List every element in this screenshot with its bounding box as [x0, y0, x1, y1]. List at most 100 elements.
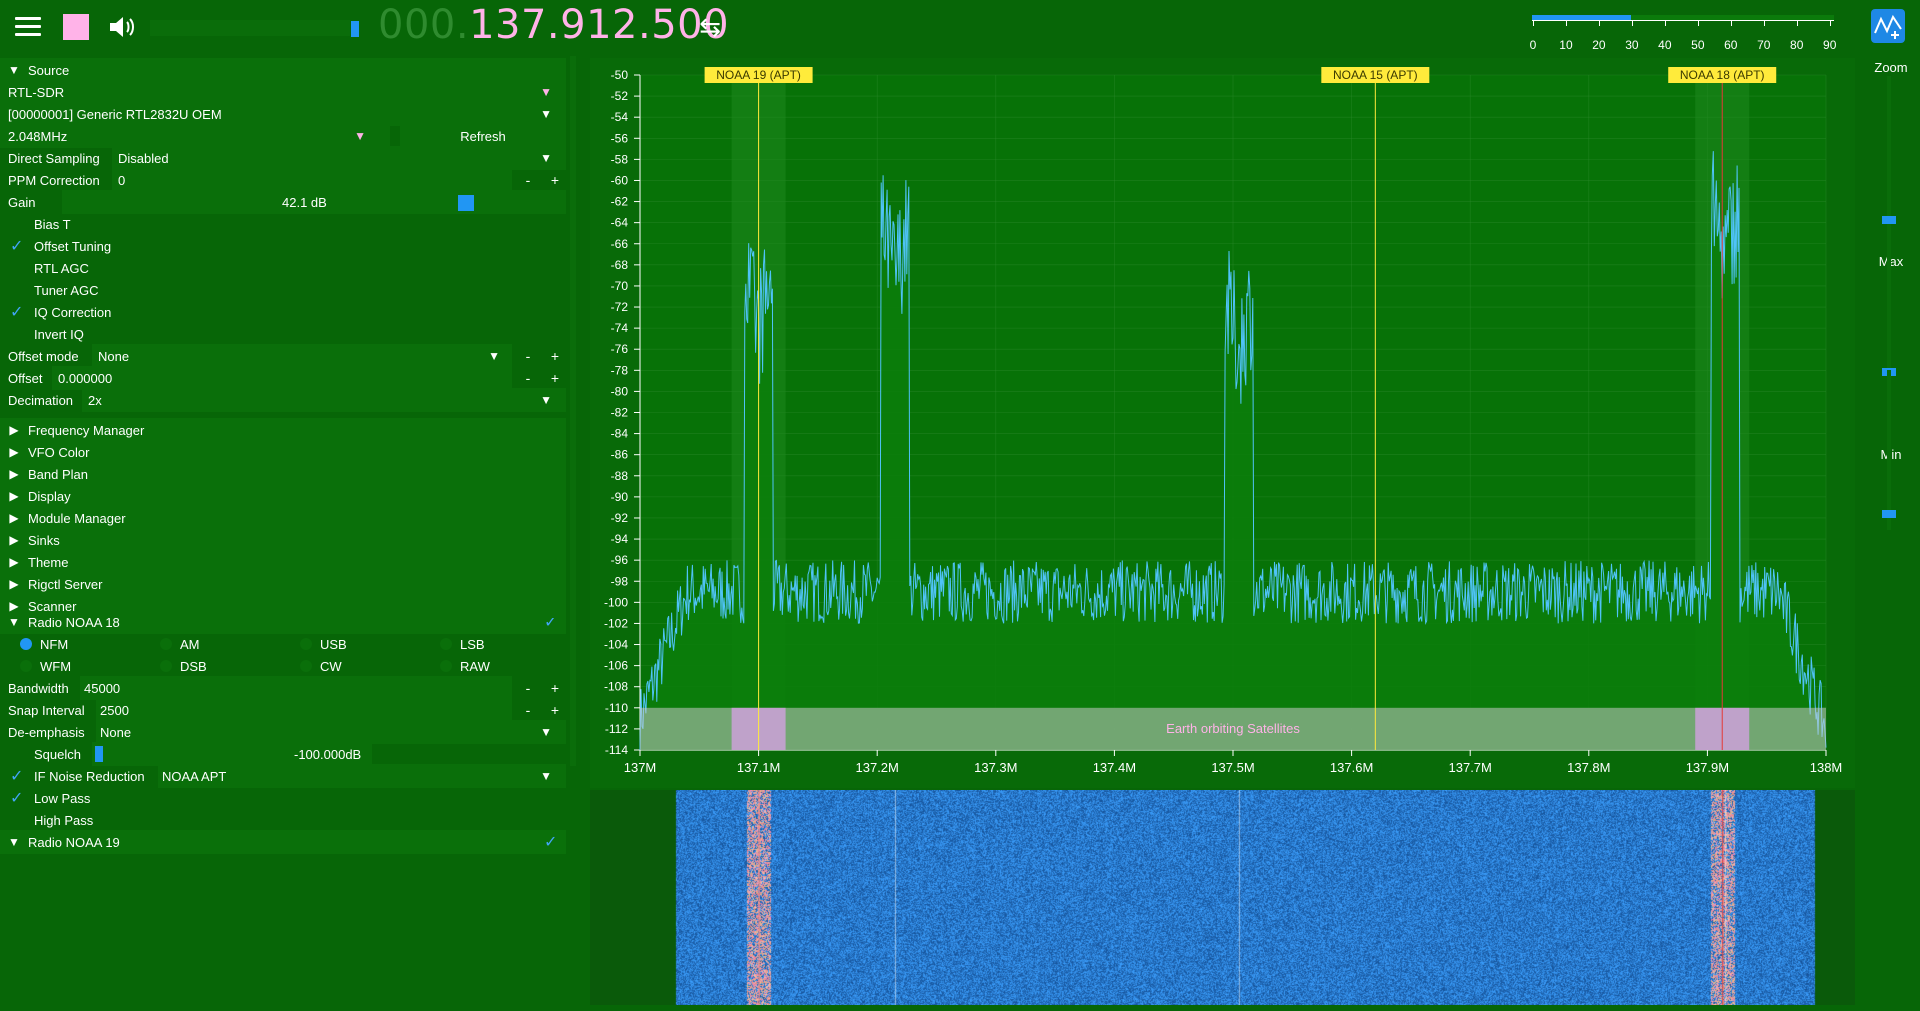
y-tick-label: -70	[611, 279, 629, 293]
demod-am-label[interactable]: AM	[180, 637, 200, 652]
max-label: Max	[1878, 254, 1904, 269]
ppm-input[interactable]: 0	[112, 168, 512, 192]
side-menu-scrollbar[interactable]	[570, 56, 576, 766]
demod-dsb-label[interactable]: DSB	[180, 659, 207, 674]
x-tick-label: 137.2M	[856, 760, 899, 775]
x-tick-label: 137M	[624, 760, 657, 775]
dropdown-arrow-icon: ▼	[540, 107, 552, 121]
plus-button[interactable]: +	[546, 370, 564, 386]
source-header[interactable]: ▼ Source	[0, 58, 566, 82]
checkmark-icon: ✓	[10, 304, 24, 321]
demod-wfm-label[interactable]: WFM	[40, 659, 71, 674]
refresh-button[interactable]: Refresh	[400, 124, 566, 148]
y-tick-label: -80	[611, 384, 629, 398]
rtl-agc-checkbox[interactable]: RTL AGC	[0, 256, 566, 280]
menu-display[interactable]: ▶ Display	[0, 484, 566, 508]
decimation-select[interactable]: 2x ▼	[82, 388, 566, 412]
direct-sampling-select[interactable]: Disabled ▼	[112, 146, 566, 170]
demod-cw-label[interactable]: CW	[320, 659, 342, 674]
volume-icon[interactable]	[104, 9, 140, 45]
menu-band-plan[interactable]: ▶ Band Plan	[0, 462, 566, 486]
bandwidth-input[interactable]: 45000	[80, 676, 512, 700]
min-slider[interactable]	[1882, 370, 1896, 530]
waterfall-display[interactable]	[590, 790, 1855, 1005]
menu-rigctl-server[interactable]: ▶ Rigctl Server	[0, 572, 566, 596]
radio-button-dsb[interactable]	[160, 660, 172, 672]
if-noise-reduction-select[interactable]: NOAA APT ▼	[158, 764, 566, 788]
stop-button[interactable]	[58, 9, 94, 45]
gain-slider-thumb[interactable]	[458, 195, 474, 211]
x-tick-label: 137.8M	[1567, 760, 1610, 775]
dropdown-arrow-icon: ▼	[488, 349, 500, 363]
snr-tick-label: 90	[1823, 38, 1837, 52]
sdrpp-logo-icon[interactable]	[1871, 9, 1905, 43]
frequency-display[interactable]: 000.137.912.500	[378, 2, 729, 48]
menu-theme[interactable]: ▶ Theme	[0, 550, 566, 574]
snr-tick	[1763, 21, 1765, 26]
deemphasis-select[interactable]: None ▼	[96, 720, 566, 744]
minus-button[interactable]: -	[519, 680, 537, 696]
y-tick-label: -108	[604, 680, 628, 694]
radio-button-nfm[interactable]	[20, 638, 32, 650]
offset-input[interactable]: 0.000000	[52, 366, 512, 390]
volume-slider-thumb[interactable]	[351, 21, 359, 37]
device-select[interactable]: [00000001] Generic RTL2832U OEM ▼	[0, 102, 566, 126]
snr-tick	[1829, 21, 1831, 26]
low-pass-checkbox[interactable]: ✓ Low Pass	[0, 786, 566, 810]
high-pass-checkbox[interactable]: High Pass	[0, 808, 566, 832]
invert-iq-checkbox[interactable]: Invert IQ	[0, 322, 566, 346]
demod-nfm-label[interactable]: NFM	[40, 637, 68, 652]
checkmark-icon: ✓	[10, 238, 24, 255]
snap-interval-input[interactable]: 2500	[96, 698, 512, 722]
volume-slider[interactable]	[150, 20, 350, 36]
frequency-digits[interactable]: 137.912.500	[469, 2, 729, 48]
plus-button[interactable]: +	[546, 348, 564, 364]
samplerate-select[interactable]: 2.048MHz ▼	[0, 124, 390, 148]
plus-button[interactable]: +	[546, 172, 564, 188]
vfo-label[interactable]: NOAA 15 (APT)	[1321, 67, 1430, 83]
y-tick-label: -90	[611, 490, 629, 504]
radio-button-lsb[interactable]	[440, 638, 452, 650]
demod-usb-label[interactable]: USB	[320, 637, 347, 652]
bias-t-checkbox[interactable]: Bias T	[0, 212, 566, 236]
plus-button[interactable]: +	[546, 680, 564, 696]
swap-icon[interactable]: ⇆	[692, 9, 728, 45]
squelch-row: Squelch -100.000dB	[0, 742, 566, 766]
vfo-label[interactable]: NOAA 18 (APT)	[1668, 67, 1777, 83]
iq-correction-checkbox[interactable]: ✓ IQ Correction	[0, 300, 566, 324]
radio-button-wfm[interactable]	[20, 660, 32, 672]
menu-module-manager[interactable]: ▶ Module Manager	[0, 506, 566, 530]
demod-lsb-label[interactable]: LSB	[460, 637, 485, 652]
plus-button[interactable]: +	[546, 702, 564, 718]
minus-button[interactable]: -	[519, 370, 537, 386]
menu-icon[interactable]	[10, 9, 46, 45]
menu-frequency-manager[interactable]: ▶ Frequency Manager	[0, 418, 566, 442]
enabled-checkmark-icon[interactable]: ✓	[544, 832, 557, 852]
minus-button[interactable]: -	[519, 702, 537, 718]
radio-button-am[interactable]	[160, 638, 172, 650]
min-slider-thumb[interactable]	[1882, 510, 1896, 518]
radio-button-usb[interactable]	[300, 638, 312, 650]
y-tick-label: -92	[611, 511, 629, 525]
minus-button[interactable]: -	[519, 172, 537, 188]
demod-raw-label[interactable]: RAW	[460, 659, 490, 674]
offset-tuning-checkbox[interactable]: ✓ Offset Tuning	[0, 234, 566, 258]
tuner-agc-checkbox[interactable]: Tuner AGC	[0, 278, 566, 302]
fft-spectrum-plot[interactable]: -50 -52 -54 -56 -58 -60 -62 -64 -66 -68 -70 -72 -74 -…	[590, 58, 1855, 788]
squelch-slider-thumb[interactable]	[95, 746, 103, 762]
menu-vfo-color[interactable]: ▶ VFO Color	[0, 440, 566, 464]
offset-mode-select[interactable]: None ▼	[92, 344, 512, 368]
vfo-label[interactable]: NOAA 19 (APT)	[704, 67, 813, 83]
radio-button-raw[interactable]	[440, 660, 452, 672]
x-tick-label: 137.7M	[1449, 760, 1492, 775]
waterfall-canvas[interactable]	[590, 790, 1855, 1005]
source-type-select[interactable]: RTL-SDR ▼	[0, 80, 566, 104]
menu-scanner[interactable]: ▶ Scanner	[0, 594, 566, 618]
frequency-leading-digits[interactable]: 000.	[378, 2, 469, 48]
radio-noaa-19-header[interactable]: ▼ Radio NOAA 19 ✓	[0, 830, 566, 854]
x-tick-label: 137.5M	[1211, 760, 1254, 775]
minus-button[interactable]: -	[519, 348, 537, 364]
radio-button-cw[interactable]	[300, 660, 312, 672]
zoom-slider-thumb[interactable]	[1882, 216, 1896, 224]
menu-sinks[interactable]: ▶ Sinks	[0, 528, 566, 552]
